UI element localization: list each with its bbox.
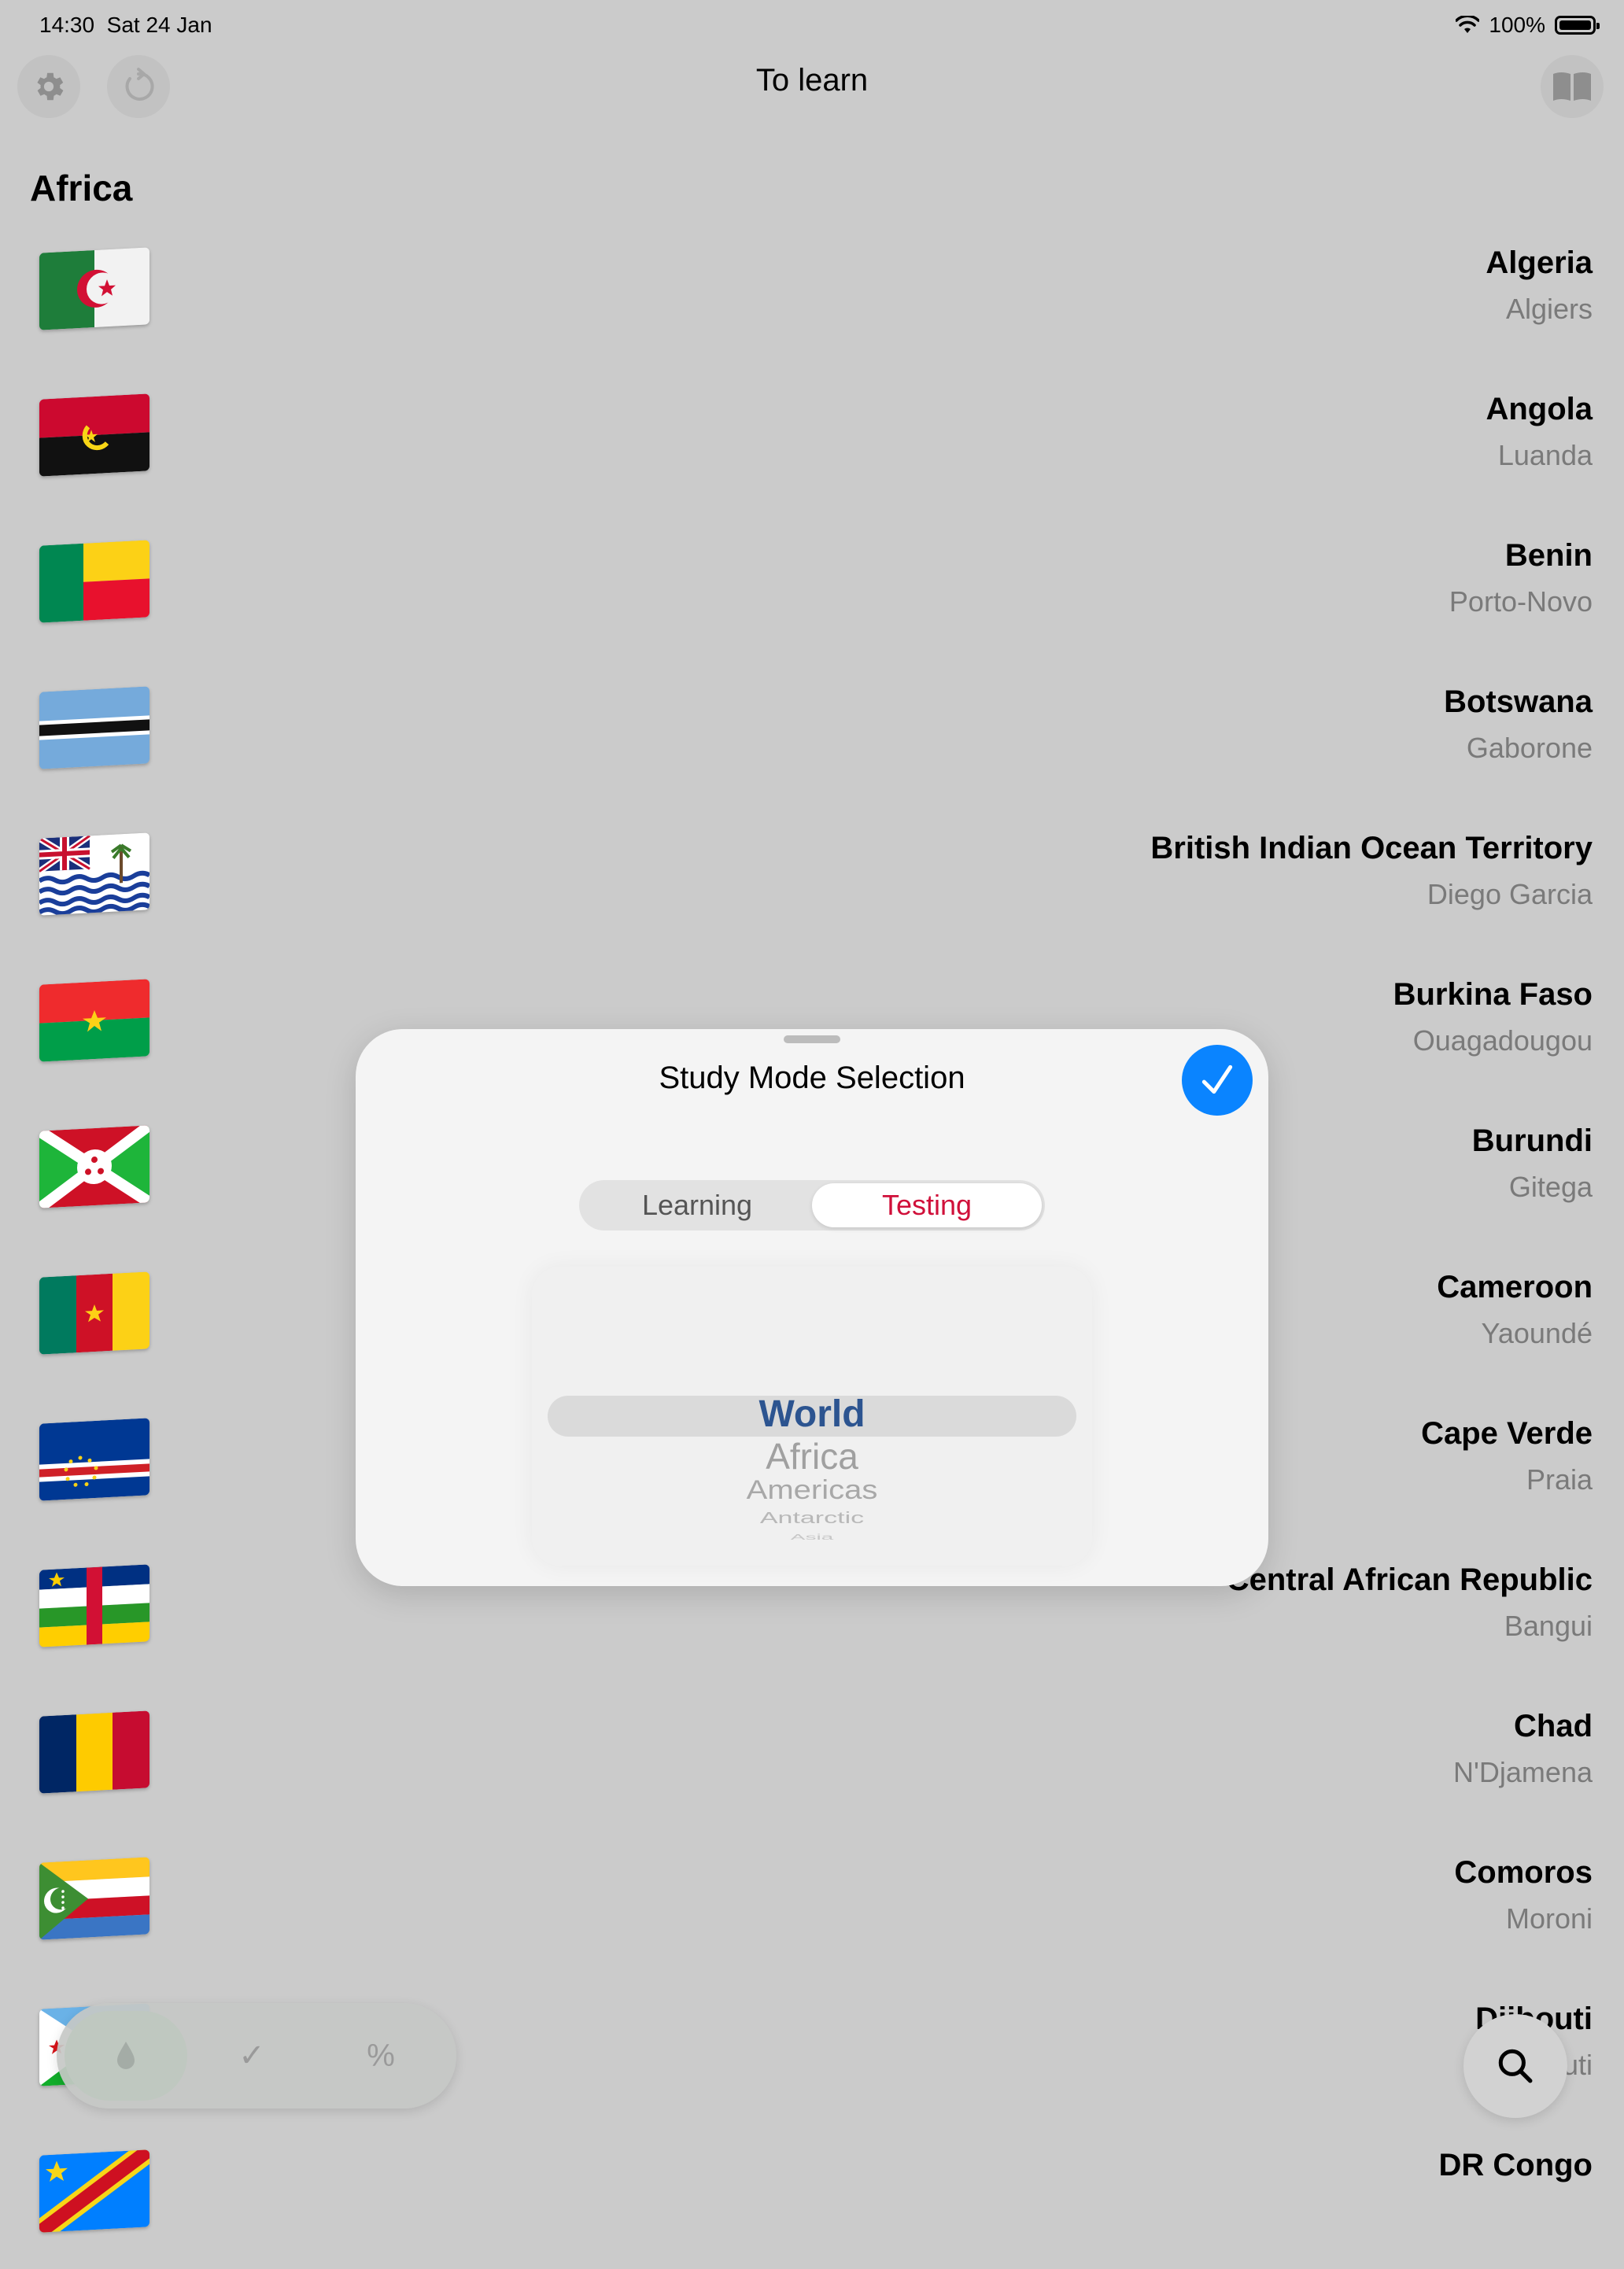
tab-stats[interactable]: %	[319, 2011, 442, 2101]
wifi-icon	[1456, 16, 1480, 33]
page-title: To learn	[755, 63, 869, 98]
tab-learn[interactable]	[65, 2011, 187, 2101]
capital-name: Ouagadougou	[1412, 1024, 1593, 1057]
botswana-flag-icon	[39, 686, 149, 769]
capital-name: Yaoundé	[1481, 1317, 1593, 1349]
search-icon	[1498, 2049, 1533, 2083]
cameroon-flag-icon	[39, 1271, 149, 1355]
cape-verde-flag-icon	[39, 1418, 149, 1501]
british-indian-ocean-territory-flag-icon	[39, 832, 149, 916]
country-row[interactable]: Botswana Gaborone	[0, 659, 1624, 806]
book-icon	[1553, 72, 1591, 101]
checkmark-icon	[1201, 1064, 1233, 1094]
dr-congo-flag-icon	[39, 2149, 149, 2233]
country-name: Comoros	[1454, 1855, 1593, 1890]
sheet-grabber[interactable]	[784, 1035, 840, 1043]
country-name: Benin	[1504, 538, 1593, 573]
burundi-flag-icon	[39, 1125, 149, 1208]
country-name: Burkina Faso	[1393, 977, 1593, 1012]
picker-option[interactable]: Americas	[532, 1475, 1092, 1505]
capital-name: Bangui	[1504, 1610, 1593, 1642]
country-name: DR Congo	[1438, 2148, 1593, 2182]
study-mode-sheet: Study Mode Selection Learning Testing Wo…	[356, 1029, 1268, 1586]
capital-name: Gitega	[1508, 1171, 1593, 1203]
country-name: Central African Republic	[1226, 1562, 1593, 1597]
country-name: Algeria	[1486, 245, 1593, 280]
burkina-faso-flag-icon	[39, 979, 149, 1062]
capital-name: Porto-Novo	[1449, 585, 1593, 618]
battery-icon	[1555, 16, 1600, 35]
segment-testing[interactable]: Testing	[812, 1183, 1042, 1227]
capital-name: Moroni	[1505, 1902, 1593, 1935]
status-time: 14:30 Sat 24 Jan	[39, 13, 212, 37]
country-row[interactable]: Comoros Moroni	[0, 1830, 1624, 1976]
sheet-title: Study Mode Selection	[659, 1061, 965, 1095]
confirm-button[interactable]	[1182, 1045, 1253, 1116]
country-name: Angola	[1486, 392, 1593, 426]
country-name: British Indian Ocean Territory	[1150, 831, 1593, 865]
angola-flag-icon	[39, 393, 149, 477]
capital-name: Praia	[1526, 1463, 1593, 1496]
bottom-tab-bar: ✓ %	[57, 2003, 456, 2109]
book-button[interactable]	[1541, 55, 1604, 118]
comoros-flag-icon	[39, 1857, 149, 1940]
country-row[interactable]: Benin Porto-Novo	[0, 513, 1624, 659]
capital-name: Diego Garcia	[1427, 878, 1593, 910]
picker-option[interactable]: Asia	[532, 1533, 1092, 1541]
region-picker[interactable]: World Africa Americas Antarctic Asia	[532, 1267, 1092, 1566]
chad-flag-icon	[39, 1710, 149, 1794]
central-african-republic-flag-icon	[39, 1564, 149, 1647]
country-name: Cameroon	[1437, 1270, 1593, 1304]
status-bar: 14:30 Sat 24 Jan 100%	[0, 0, 1624, 50]
search-button[interactable]	[1463, 2014, 1567, 2118]
mode-segmented-control: Learning Testing	[579, 1180, 1045, 1230]
section-title: Africa	[30, 168, 133, 208]
country-name: Botswana	[1444, 684, 1593, 719]
country-row[interactable]: Chad N'Djamena	[0, 1684, 1624, 1830]
capital-name: Luanda	[1497, 439, 1593, 471]
capital-name: Algiers	[1505, 293, 1593, 325]
country-name: Chad	[1514, 1709, 1593, 1743]
picker-option[interactable]: World	[532, 1393, 1092, 1436]
algeria-flag-icon	[39, 247, 149, 330]
segment-learning[interactable]: Learning	[582, 1183, 812, 1227]
capital-name: Gaborone	[1466, 732, 1593, 764]
country-row[interactable]: Angola Luanda	[0, 367, 1624, 513]
picker-option[interactable]: Antarctic	[532, 1509, 1092, 1527]
picker-option[interactable]: Africa	[532, 1435, 1092, 1478]
capital-name: N'Djamena	[1453, 1756, 1593, 1788]
country-row[interactable]: British Indian Ocean Territory Diego Gar…	[0, 806, 1624, 952]
country-name: Cape Verde	[1421, 1416, 1593, 1451]
country-row[interactable]: DR Congo	[0, 2123, 1624, 2269]
country-name: Burundi	[1471, 1123, 1593, 1158]
country-row[interactable]: Algeria Algiers	[0, 220, 1624, 367]
benin-flag-icon	[39, 540, 149, 623]
battery-percent: 100%	[1489, 13, 1545, 37]
tab-known[interactable]: ✓	[190, 2011, 313, 2101]
status-right: 100%	[1456, 13, 1600, 38]
drop-icon	[117, 2042, 135, 2069]
